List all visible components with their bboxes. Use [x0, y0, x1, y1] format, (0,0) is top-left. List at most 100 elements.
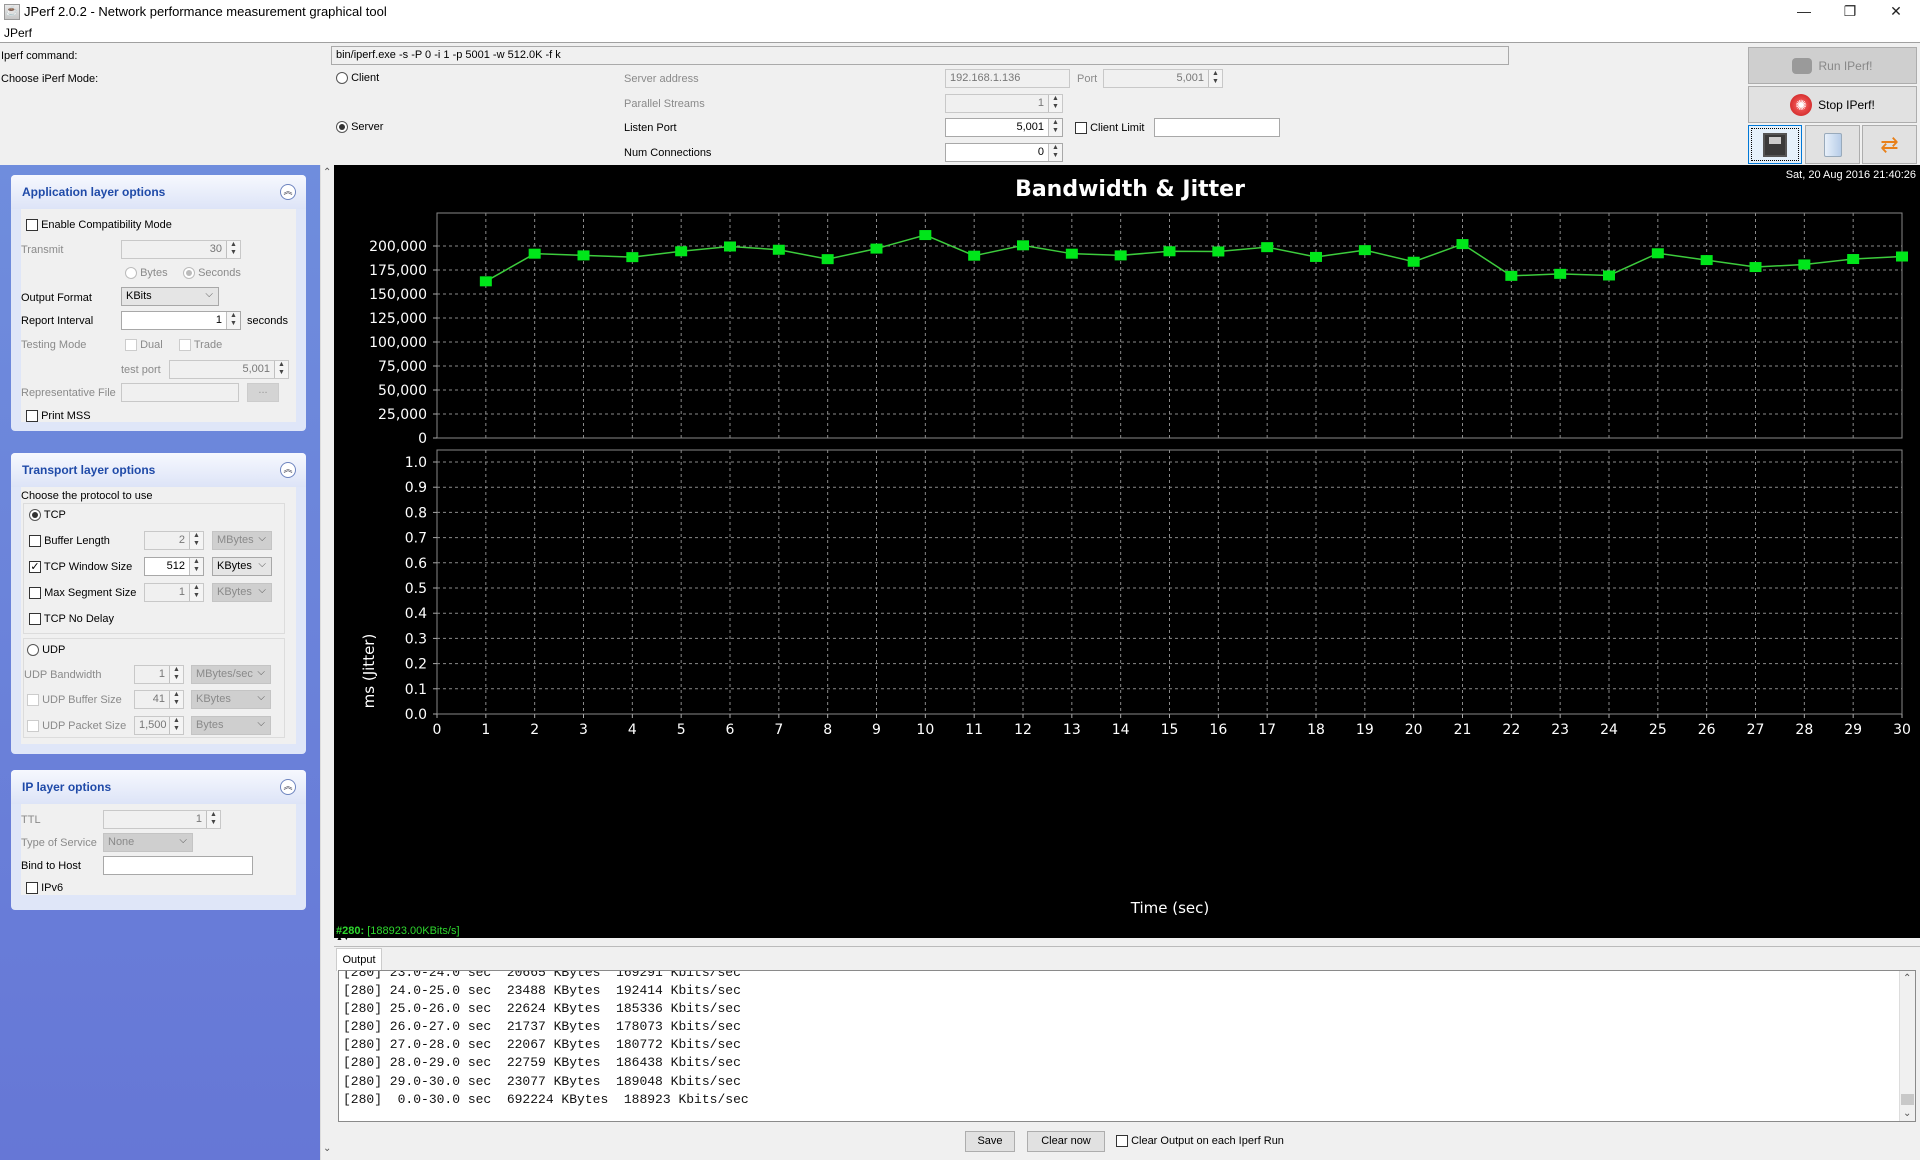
buffer-length-unit-select[interactable]: MBytes ⌵	[212, 531, 272, 550]
clear-each-run-checkbox[interactable]: Clear Output on each Iperf Run	[1116, 1135, 1284, 1148]
scroll-thumb[interactable]	[1901, 1094, 1914, 1105]
clear-each-run-check[interactable]	[1116, 1135, 1128, 1148]
udp-bandwidth-unit-select[interactable]: MBytes/sec ⌵	[191, 665, 271, 684]
seconds-radio-button[interactable]	[183, 267, 195, 280]
bytes-radio-button[interactable]	[125, 267, 137, 280]
tcp-window-spinner[interactable]: ▲ ▼	[189, 558, 203, 575]
udp-buffer-spinner[interactable]: ▲ ▼	[169, 691, 183, 708]
listen-port-field[interactable]: 5,001 ▲ ▼	[945, 118, 1063, 137]
print-mss-check[interactable]	[26, 410, 38, 423]
tcp-radio[interactable]: TCP	[29, 509, 66, 522]
mss-field[interactable]: 1 ▲ ▼	[144, 583, 204, 602]
buffer-length-field[interactable]: 2 ▲ ▼	[144, 531, 204, 550]
listen-port-spinner[interactable]: ▲ ▼	[1048, 119, 1062, 136]
udp-radio-button[interactable]	[27, 644, 39, 657]
udp-buffer-field[interactable]: 41 ▲ ▼	[134, 690, 184, 709]
udp-packet-field[interactable]: 1,500 ▲ ▼	[134, 716, 184, 735]
application-layer-header[interactable]: Application layer options ︽	[11, 175, 306, 209]
dual-checkbox[interactable]: Dual	[125, 339, 163, 352]
representative-file-field[interactable]	[121, 383, 239, 402]
clear-now-button[interactable]: Clear now	[1027, 1131, 1105, 1152]
transmit-spinner[interactable]: ▲ ▼	[226, 241, 240, 258]
udp-bandwidth-field[interactable]: 1 ▲ ▼	[134, 665, 184, 684]
udp-buffer-checkbox[interactable]: UDP Buffer Size	[27, 694, 122, 707]
test-port-field[interactable]: 5,001 ▲ ▼	[169, 360, 289, 379]
tcp-window-checkbox[interactable]: ✓ TCP Window Size	[29, 561, 132, 574]
compat-mode-checkbox[interactable]: Enable Compatibility Mode	[26, 219, 172, 232]
port-field[interactable]: 5,001 ▲ ▼	[1103, 69, 1223, 88]
ipv6-checkbox[interactable]: IPv6	[26, 882, 63, 895]
tcp-no-delay-checkbox[interactable]: TCP No Delay	[29, 613, 114, 626]
tcp-window-unit-select[interactable]: KBytes ⌵	[212, 557, 272, 576]
output-format-select[interactable]: KBits ⌵	[121, 287, 219, 306]
save-results-button[interactable]	[1748, 125, 1802, 164]
scroll-up-icon[interactable]: ⌃	[1903, 973, 1911, 984]
seconds-radio[interactable]: Seconds	[183, 267, 241, 280]
udp-packet-unit-select[interactable]: Bytes ⌵	[191, 716, 271, 735]
udp-packet-checkbox[interactable]: UDP Packet Size	[27, 720, 126, 733]
port-spinner[interactable]: ▲ ▼	[1208, 70, 1222, 87]
ipv6-check[interactable]	[26, 882, 38, 895]
save-output-button[interactable]: Save	[965, 1131, 1015, 1152]
ttl-field[interactable]: 1 ▲ ▼	[103, 810, 221, 829]
refresh-button[interactable]: ⇄	[1862, 125, 1917, 164]
udp-bandwidth-spinner[interactable]: ▲ ▼	[169, 666, 183, 683]
mss-checkbox[interactable]: Max Segment Size	[29, 587, 136, 600]
bytes-radio[interactable]: Bytes	[125, 267, 168, 280]
output-text-area[interactable]: [280] 23.0-24.0 sec 20665 KBytes 169291 …	[338, 970, 1916, 1122]
split-pane-divider[interactable]: ▲▼	[334, 935, 1920, 946]
num-connections-spinner[interactable]: ▲ ▼	[1048, 144, 1062, 161]
udp-buffer-unit-select[interactable]: KBytes ⌵	[191, 690, 271, 709]
transmit-field[interactable]: 30 ▲ ▼	[121, 240, 241, 259]
compat-mode-check[interactable]	[26, 219, 38, 232]
dual-check[interactable]	[125, 339, 137, 352]
trade-check[interactable]	[179, 339, 191, 352]
copy-button[interactable]	[1805, 125, 1860, 164]
buffer-length-spinner[interactable]: ▲ ▼	[189, 532, 203, 549]
menu-jperf[interactable]: JPerf	[4, 26, 32, 40]
client-radio-button[interactable]	[336, 72, 348, 85]
buffer-length-check[interactable]	[29, 535, 41, 548]
transport-layer-header[interactable]: Transport layer options ︽	[11, 453, 306, 487]
run-iperf-button[interactable]: Run IPerf!	[1748, 47, 1917, 84]
bind-host-field[interactable]	[103, 856, 253, 875]
ip-layer-header[interactable]: IP layer options ︽	[11, 770, 306, 804]
mss-spinner[interactable]: ▲ ▼	[189, 584, 203, 601]
collapse-icon[interactable]: ︽	[280, 462, 296, 478]
browse-file-button[interactable]: ...	[247, 383, 279, 402]
buffer-length-checkbox[interactable]: Buffer Length	[29, 535, 110, 548]
server-radio-button[interactable]	[336, 121, 348, 134]
report-interval-field[interactable]: 1 ▲ ▼	[121, 311, 241, 330]
udp-packet-spinner[interactable]: ▲ ▼	[169, 717, 183, 734]
tcp-window-check[interactable]: ✓	[29, 561, 41, 574]
client-limit-field[interactable]	[1154, 118, 1280, 137]
output-scrollbar[interactable]: ⌃ ⌄	[1899, 971, 1915, 1121]
tab-output[interactable]: Output	[336, 948, 382, 971]
udp-buffer-check[interactable]	[27, 694, 39, 707]
test-port-spinner[interactable]: ▲ ▼	[274, 361, 288, 378]
tcp-radio-button[interactable]	[29, 509, 41, 522]
scroll-down-icon[interactable]: ⌄	[323, 1143, 331, 1154]
parallel-streams-spinner[interactable]: ▲ ▼	[1048, 95, 1062, 112]
iperf-command-field[interactable]: bin/iperf.exe -s -P 0 -i 1 -p 5001 -w 51…	[331, 46, 1509, 65]
parallel-streams-field[interactable]: 1 ▲ ▼	[945, 94, 1063, 113]
client-radio[interactable]: Client	[336, 72, 379, 85]
server-address-field[interactable]: 192.168.1.136	[945, 69, 1070, 88]
server-radio[interactable]: Server	[336, 121, 383, 134]
udp-radio[interactable]: UDP	[27, 644, 65, 657]
client-limit-checkbox[interactable]: Client Limit	[1075, 122, 1144, 135]
sidebar-scrollbar[interactable]: ⌃ ⌄	[320, 165, 334, 1160]
num-connections-field[interactable]: 0 ▲ ▼	[945, 143, 1063, 162]
trade-checkbox[interactable]: Trade	[179, 339, 222, 352]
stop-iperf-button[interactable]: ✺ Stop IPerf!	[1748, 86, 1917, 123]
minimize-button[interactable]: —	[1781, 0, 1827, 24]
mss-unit-select[interactable]: KBytes ⌵	[212, 583, 272, 602]
close-button[interactable]: ✕	[1873, 0, 1919, 24]
splitter-arrows-icon[interactable]: ▲▼	[336, 935, 350, 942]
report-interval-spinner[interactable]: ▲ ▼	[226, 312, 240, 329]
tos-select[interactable]: None ⌵	[103, 833, 193, 852]
restore-button[interactable]: ❐	[1827, 0, 1873, 24]
print-mss-checkbox[interactable]: Print MSS	[26, 410, 91, 423]
tcp-no-delay-check[interactable]	[29, 613, 41, 626]
collapse-icon[interactable]: ︽	[280, 779, 296, 795]
